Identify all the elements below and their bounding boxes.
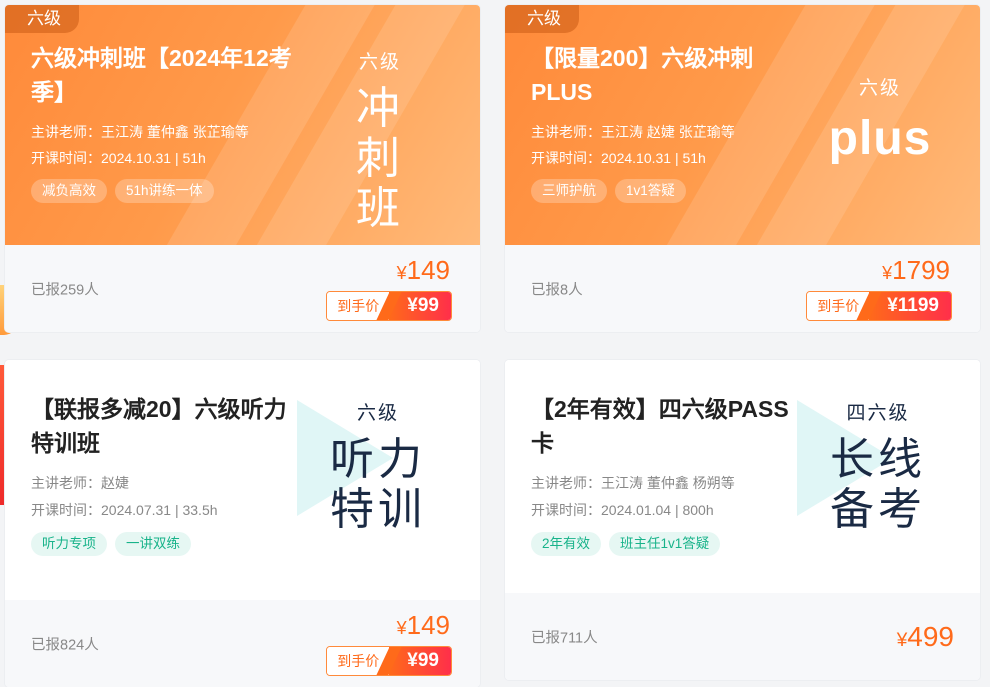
course-tags: 减负高效 51h讲练一体 — [31, 179, 214, 203]
enrolled-count: 已报8人 — [531, 282, 583, 298]
course-start-time: 开课时间：2024.01.04 | 800h — [531, 502, 714, 518]
cover-artwork-big-text: 听力 — [330, 435, 426, 484]
course-tag: 51h讲练一体 — [115, 179, 214, 203]
course-title[interactable]: 【2年有效】四六级PASS卡 — [531, 392, 801, 460]
final-price-badge[interactable]: 到手价 ¥1199 — [806, 291, 952, 321]
course-teachers: 主讲老师：王江涛 董仲鑫 杨朔等 — [531, 475, 735, 491]
cover-artwork-small-text: 六级 — [858, 78, 901, 99]
course-card[interactable]: 【2年有效】四六级PASS卡 主讲老师：王江涛 董仲鑫 杨朔等 开课时间：202… — [505, 360, 980, 680]
final-price-badge[interactable]: 到手价 ¥99 — [326, 291, 452, 321]
cover-artwork: 六级 听力 特训 — [323, 398, 433, 535]
cover-artwork-big-text: 长线 — [830, 435, 926, 484]
course-grid: 六级 六级冲刺班【2024年12考季】 主讲老师：王江涛 董仲鑫 张芷瑜等 开课… — [0, 0, 990, 687]
cover-artwork-big-text: 班 — [356, 184, 404, 233]
cover-artwork: 四六级 长线 备考 — [823, 398, 933, 535]
course-teachers: 主讲老师：王江涛 赵婕 张芷瑜等 — [531, 124, 735, 140]
course-title[interactable]: 【限量200】六级冲刺PLUS — [531, 41, 801, 109]
level-tag: 六级 — [505, 5, 579, 33]
course-footer: 已报8人 ¥1799 到手价 ¥1199 — [505, 245, 980, 332]
course-price: ¥499 — [896, 620, 954, 652]
cover-artwork-small-text: 六级 — [356, 403, 399, 424]
course-footer: 已报259人 ¥149 到手价 ¥99 — [5, 245, 480, 332]
course-start-time: 开课时间：2024.10.31 | 51h — [31, 150, 206, 166]
course-teachers: 主讲老师：赵婕 — [31, 475, 129, 491]
original-price: ¥149 — [396, 610, 450, 640]
cover-artwork-big-text: 特训 — [330, 485, 426, 534]
course-tags: 三师护航 1v1答疑 — [531, 179, 686, 203]
cover-artwork: 六级 冲刺 班 — [335, 47, 425, 234]
cover-artwork-big-text: 备考 — [830, 485, 926, 534]
final-price-value: ¥99 — [389, 647, 451, 675]
final-price-value: ¥1199 — [869, 292, 951, 320]
course-tag: 1v1答疑 — [615, 179, 686, 203]
course-start-time: 开课时间：2024.10.31 | 51h — [531, 150, 706, 166]
final-price-badge[interactable]: 到手价 ¥99 — [326, 646, 452, 676]
level-tag: 六级 — [5, 5, 79, 33]
course-footer: 已报824人 ¥149 到手价 ¥99 — [5, 600, 480, 687]
enrolled-count: 已报824人 — [31, 637, 99, 653]
course-tag: 一讲双练 — [115, 532, 191, 556]
course-title[interactable]: 【联报多减20】六级听力特训班 — [31, 392, 301, 460]
cover-artwork-small-text: 六级 — [358, 52, 401, 73]
cover-artwork-big-text: 冲刺 — [356, 84, 404, 183]
course-tag: 2年有效 — [531, 532, 602, 556]
course-tags: 2年有效 班主任1v1答疑 — [531, 532, 721, 556]
course-cover: 六级 【限量200】六级冲刺PLUS 主讲老师：王江涛 赵婕 张芷瑜等 开课时间… — [505, 5, 980, 245]
course-card[interactable]: 六级 六级冲刺班【2024年12考季】 主讲老师：王江涛 董仲鑫 张芷瑜等 开课… — [5, 5, 480, 332]
course-tag: 听力专项 — [31, 532, 107, 556]
enrolled-count: 已报259人 — [31, 282, 99, 298]
course-cover: 六级 六级冲刺班【2024年12考季】 主讲老师：王江涛 董仲鑫 张芷瑜等 开课… — [5, 5, 480, 245]
course-cover: 【联报多减20】六级听力特训班 主讲老师：赵婕 开课时间：2024.07.31 … — [5, 360, 480, 600]
original-price: ¥149 — [396, 255, 450, 285]
cover-artwork-big-text: plus — [828, 112, 932, 165]
original-price: ¥1799 — [882, 255, 950, 285]
course-tag: 减负高效 — [31, 179, 107, 203]
enrolled-count: 已报711人 — [531, 630, 598, 646]
cover-artwork-small-text: 四六级 — [846, 403, 910, 424]
course-tags: 听力专项 一讲双练 — [31, 532, 191, 556]
cover-artwork: 六级 plus — [825, 73, 935, 164]
course-cover: 【2年有效】四六级PASS卡 主讲老师：王江涛 董仲鑫 杨朔等 开课时间：202… — [505, 360, 980, 593]
final-price-value: ¥99 — [389, 292, 451, 320]
course-footer: 已报711人 ¥499 — [505, 593, 980, 680]
course-card[interactable]: 六级 【限量200】六级冲刺PLUS 主讲老师：王江涛 赵婕 张芷瑜等 开课时间… — [505, 5, 980, 332]
course-card[interactable]: 【联报多减20】六级听力特训班 主讲老师：赵婕 开课时间：2024.07.31 … — [5, 360, 480, 687]
course-start-time: 开课时间：2024.07.31 | 33.5h — [31, 502, 218, 518]
course-teachers: 主讲老师：王江涛 董仲鑫 张芷瑜等 — [31, 124, 249, 140]
course-tag: 三师护航 — [531, 179, 607, 203]
course-title[interactable]: 六级冲刺班【2024年12考季】 — [31, 41, 301, 109]
course-tag: 班主任1v1答疑 — [609, 532, 721, 556]
